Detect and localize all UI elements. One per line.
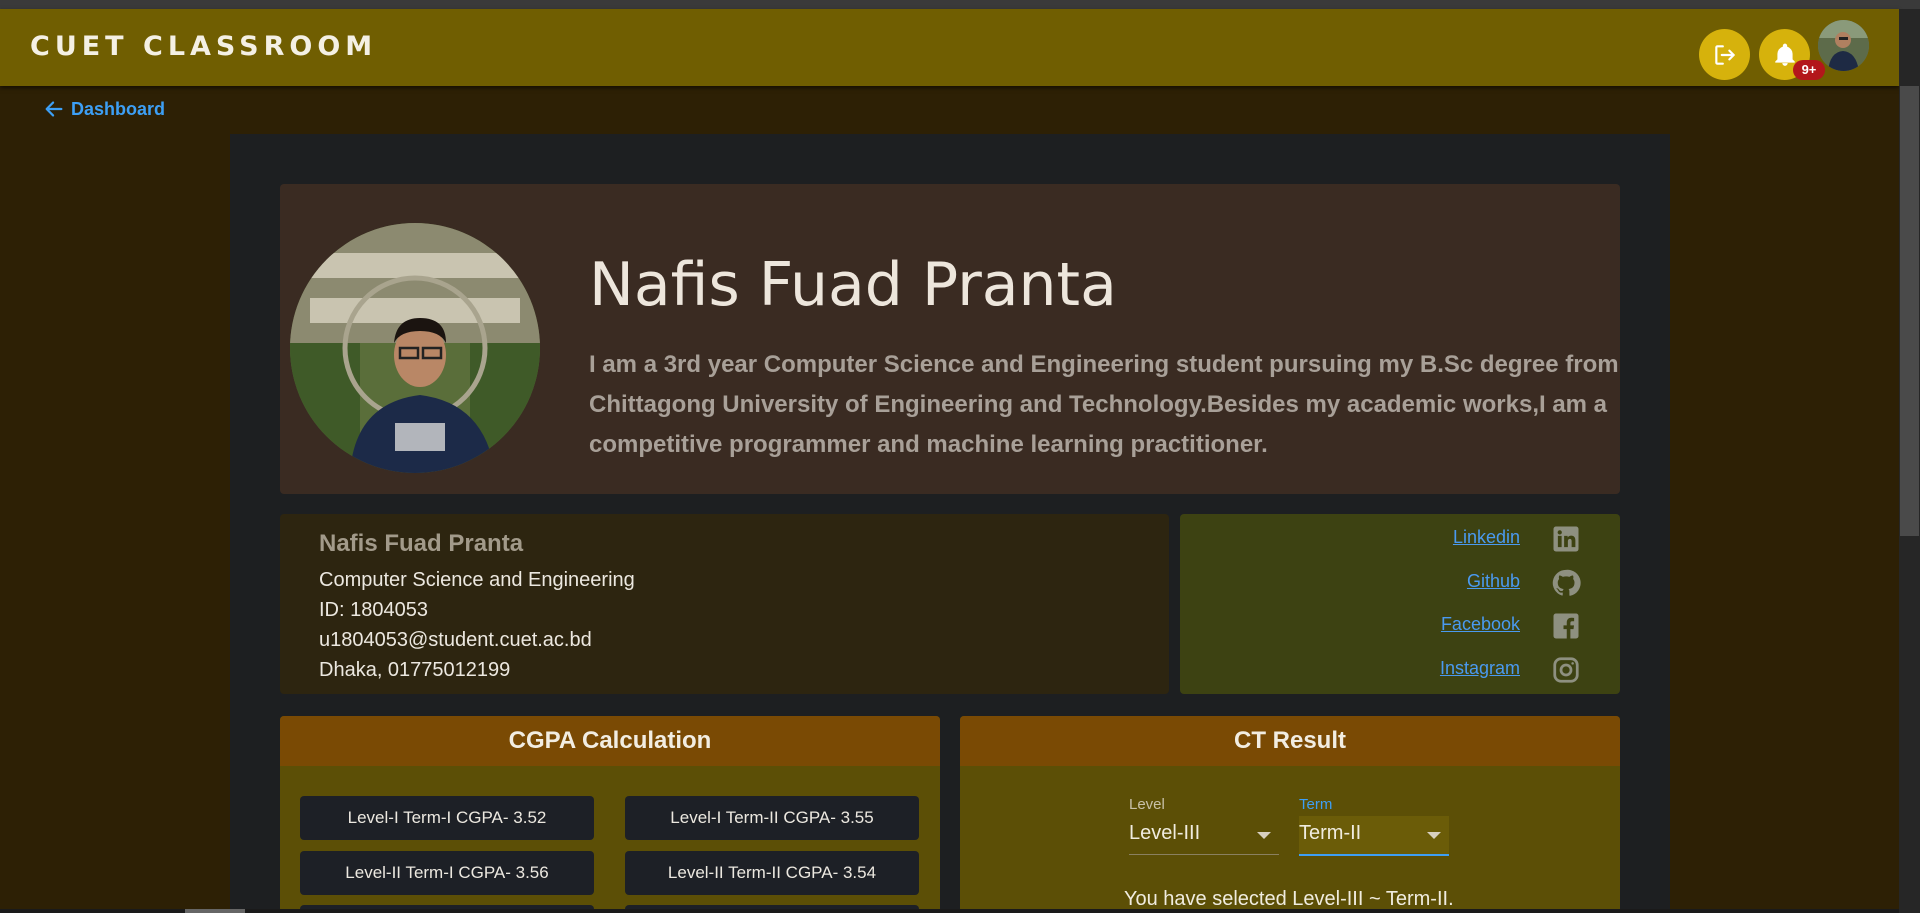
term-select[interactable]: Term-II (1299, 816, 1449, 856)
cgpa-item[interactable]: Level-II Term-I CGPA- 3.56 (300, 851, 594, 895)
facebook-icon[interactable] (1551, 611, 1581, 641)
arrow-left-icon (45, 101, 63, 117)
chevron-down-icon (1257, 832, 1271, 839)
horizontal-scrollbar[interactable] (0, 909, 1899, 913)
facebook-link[interactable]: Facebook (1360, 614, 1520, 635)
cgpa-item[interactable]: Level-I Term-I CGPA- 3.52 (300, 796, 594, 840)
github-icon[interactable] (1551, 568, 1581, 598)
profile-name-heading: Nafis Fuad Pranta (589, 250, 1117, 320)
vertical-scrollbar-thumb[interactable] (1900, 86, 1919, 536)
horizontal-scrollbar-thumb[interactable] (185, 909, 245, 913)
ct-result-panel-title: CT Result (960, 716, 1620, 766)
brand-title[interactable]: CUET CLASSROOM (30, 31, 377, 62)
logout-icon (1714, 44, 1735, 65)
term-select-value: Term-II (1299, 822, 1362, 844)
linkedin-link[interactable]: Linkedin (1360, 527, 1520, 548)
cgpa-item[interactable]: Level-I Term-II CGPA- 3.55 (625, 796, 919, 840)
cgpa-panel-title: CGPA Calculation (280, 716, 940, 766)
instagram-icon[interactable] (1551, 655, 1581, 685)
logout-button[interactable] (1699, 29, 1750, 80)
ct-selection-message: You have selected Level-III ~ Term-II. (1124, 888, 1454, 910)
student-email: u1804053@student.cuet.ac.bd (319, 629, 592, 651)
student-name: Nafis Fuad Pranta (319, 530, 524, 557)
chevron-down-icon (1427, 832, 1441, 839)
notification-badge: 9+ (1793, 60, 1825, 80)
level-select-value: Level-III (1129, 822, 1201, 844)
student-department: Computer Science and Engineering (319, 569, 635, 591)
level-select[interactable]: Level-III (1129, 816, 1279, 855)
linkedin-icon[interactable] (1551, 524, 1581, 554)
level-select-label: Level (1129, 796, 1165, 813)
github-link[interactable]: Github (1360, 571, 1520, 592)
term-select-label: Term (1299, 796, 1333, 813)
student-id: ID: 1804053 (319, 599, 428, 621)
app-bar: CUET CLASSROOM 9+ (0, 9, 1899, 86)
profile-photo (290, 223, 540, 473)
back-link-label: Dashboard (71, 98, 166, 119)
ct-result-panel: CT Result (960, 716, 1620, 913)
instagram-link[interactable]: Instagram (1360, 658, 1520, 679)
profile-bio: I am a 3rd year Computer Science and Eng… (589, 351, 1619, 458)
back-to-dashboard-link[interactable]: Dashboard (43, 98, 165, 120)
cgpa-item[interactable]: Level-II Term-II CGPA- 3.54 (625, 851, 919, 895)
student-location-phone: Dhaka, 01775012199 (319, 659, 511, 681)
user-avatar[interactable] (1818, 20, 1869, 71)
window-top-strip (0, 0, 1920, 9)
